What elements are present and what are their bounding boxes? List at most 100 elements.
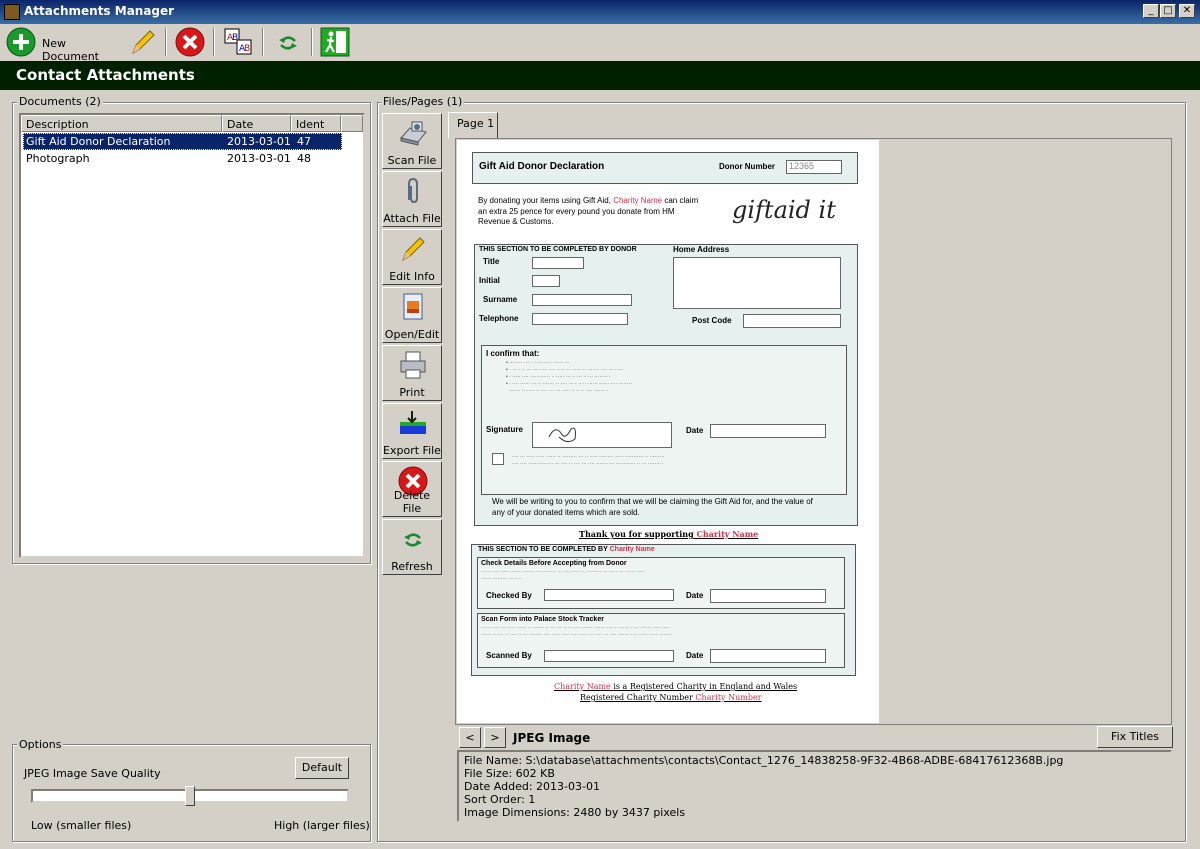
- next-page-button[interactable]: >: [484, 727, 506, 748]
- doc-initial-field: [532, 275, 560, 287]
- column-header-description[interactable]: Description: [21, 115, 222, 132]
- doc-title: Gift Aid Donor Declaration: [479, 161, 605, 172]
- file-info-panel: File Name: S:\database\attachments\conta…: [457, 750, 1172, 822]
- documents-group-label: Documents (2): [17, 95, 103, 108]
- export-file-label: Export File: [383, 444, 441, 457]
- edit-info-button[interactable]: Edit Info: [382, 229, 442, 285]
- document-image[interactable]: Gift Aid Donor Declaration Donor Number …: [457, 140, 879, 723]
- image-dimensions: Image Dimensions: 2480 by 3437 pixels: [464, 806, 686, 819]
- doc-check-heading: Check Details Before Accepting from Dono…: [481, 560, 627, 567]
- doc-postcode-label: Post Code: [692, 316, 732, 325]
- table-row[interactable]: Photograph 2013-03-01 48: [23, 150, 342, 167]
- doc-scan-date-label: Date: [686, 651, 704, 660]
- column-header-date[interactable]: Date: [222, 115, 291, 132]
- doc-checked-by-label: Checked By: [486, 591, 532, 600]
- refresh-icon[interactable]: [273, 27, 303, 57]
- open-edit-button[interactable]: Open/Edit: [382, 287, 442, 343]
- close-button[interactable]: ✕: [1179, 4, 1195, 18]
- doc-check-box: Check Details Before Accepting from Dono…: [477, 557, 845, 609]
- delete-file-button[interactable]: Delete File: [382, 461, 442, 517]
- delete-icon[interactable]: [175, 27, 205, 57]
- toolbar: New Document A B A B: [0, 24, 1200, 63]
- doc-confirm-heading: I confirm that:: [486, 349, 540, 358]
- doc-initial-label: Initial: [479, 276, 500, 285]
- maximize-button[interactable]: □: [1160, 4, 1176, 18]
- doc-section-charity-heading: THIS SECTION TO BE COMPLETED BY Charity …: [478, 546, 655, 553]
- doc-writing-line-1: We will be writing to you to confirm tha…: [492, 497, 813, 506]
- delete-file-label: Delete File: [393, 489, 431, 515]
- attach-file-button[interactable]: Attach File: [382, 171, 442, 227]
- printer-icon: [400, 351, 426, 379]
- doc-postcode-field: [743, 314, 841, 328]
- page-header: Contact Attachments: [0, 61, 1200, 90]
- doc-surname-field: [532, 294, 632, 306]
- doc-scanned-by-field: [544, 650, 674, 662]
- exit-icon[interactable]: [320, 27, 350, 57]
- row-ident: 48: [297, 152, 311, 165]
- add-icon: [6, 27, 36, 57]
- window-title: Attachments Manager: [24, 4, 175, 18]
- new-document-button[interactable]: New Document: [6, 27, 118, 63]
- doc-intro-line-3: Revenue & Customs.: [478, 217, 554, 226]
- doc-scan-box: Scan Form into Palace Stock Tracker ····…: [477, 613, 845, 668]
- column-header-ident[interactable]: Ident: [291, 115, 341, 132]
- column-header-filler: [341, 115, 363, 132]
- export-file-button[interactable]: Export File: [382, 403, 442, 459]
- attach-file-label: Attach File: [383, 212, 441, 225]
- doc-check-date-field: [710, 589, 826, 603]
- tab-page-1[interactable]: Page 1: [448, 112, 498, 139]
- toolbar-separator: [165, 28, 167, 56]
- export-icon: [400, 411, 426, 434]
- doc-surname-label: Surname: [483, 295, 518, 304]
- doc-scan-heading: Scan Form into Palace Stock Tracker: [481, 616, 604, 623]
- high-quality-label: High (larger files): [274, 819, 370, 832]
- doc-scanned-by-label: Scanned By: [486, 651, 532, 660]
- print-button[interactable]: Print: [382, 345, 442, 401]
- previous-page-button[interactable]: <: [459, 727, 481, 748]
- signature-scribble: [548, 427, 576, 443]
- sort-order: Sort Order: 1: [464, 793, 536, 806]
- refresh-label: Refresh: [391, 560, 433, 573]
- row-date: 2013-03-01: [227, 152, 291, 165]
- table-row[interactable]: Gift Aid Donor Declaration 2013-03-01 47: [23, 133, 342, 150]
- svg-text:B: B: [232, 33, 238, 43]
- doc-thank-you: Thank you for supporting Charity Name: [579, 529, 759, 539]
- toolbar-separator: [311, 28, 313, 56]
- doc-date-label: Date: [686, 426, 704, 435]
- scan-file-button[interactable]: Scan File: [382, 113, 442, 169]
- scanner-icon: [400, 121, 427, 146]
- pencil-icon[interactable]: [128, 27, 158, 57]
- doc-intro-line-1: By donating your items using Gift Aid, C…: [478, 196, 699, 205]
- documents-list[interactable]: Description Date Ident Gift Aid Donor De…: [19, 113, 365, 558]
- svg-text:B: B: [244, 44, 250, 54]
- doc-confirm-text: • ········ ···· · ·········· ······ ··· •…: [506, 360, 632, 394]
- doc-title-field: [532, 257, 584, 269]
- doc-scan-text: ······ ···· ··· ····· ······ ·· ······· …: [481, 625, 672, 638]
- quality-slider-thumb[interactable]: [185, 786, 195, 806]
- quality-label: JPEG Image Save Quality: [24, 767, 161, 780]
- row-description: Gift Aid Donor Declaration: [26, 135, 171, 148]
- doc-home-address-label: Home Address: [673, 245, 730, 254]
- doc-donor-number-label: Donor Number: [719, 162, 775, 171]
- image-type-label: JPEG Image: [513, 731, 591, 745]
- doc-title-box: Gift Aid Donor Declaration Donor Number …: [472, 152, 858, 184]
- doc-donor-number: 12365: [786, 160, 842, 174]
- doc-phone-checkbox: [492, 453, 504, 465]
- doc-donor-section: THIS SECTION TO BE COMPLETED BY DONOR Ti…: [474, 244, 858, 526]
- default-button[interactable]: Default: [295, 757, 349, 779]
- file-size: File Size: 602 KB: [464, 767, 555, 780]
- minimize-button[interactable]: _: [1143, 4, 1159, 18]
- new-document-label: New Document: [42, 37, 99, 63]
- pencil-icon: [402, 237, 425, 262]
- tab-page-1-label: Page 1: [457, 117, 495, 130]
- sort-ab-icon[interactable]: A B A B: [223, 27, 253, 57]
- options-group-label: Options: [17, 738, 64, 751]
- doc-telephone-label: Telephone: [479, 314, 519, 323]
- date-added: Date Added: 2013-03-01: [464, 780, 600, 793]
- giftaid-logo: giftaid it: [732, 196, 836, 224]
- fix-titles-button[interactable]: Fix Titles: [1097, 726, 1173, 748]
- doc-footer-line-1: Charity Name is a Registered Charity in …: [554, 682, 798, 691]
- refresh-button[interactable]: Refresh: [382, 519, 442, 575]
- refresh-icon: [404, 533, 422, 547]
- doc-telephone-field: [532, 313, 628, 325]
